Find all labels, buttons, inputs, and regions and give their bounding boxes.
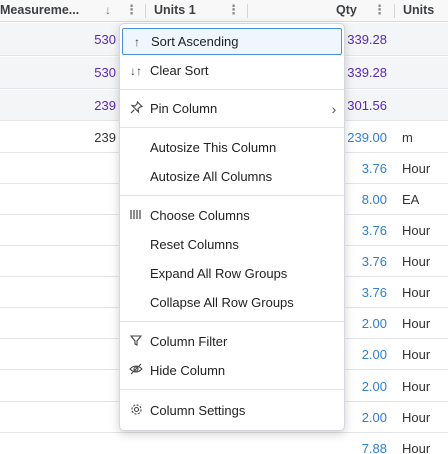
arrow-up-icon: ↑ bbox=[134, 34, 140, 49]
sort-descending-icon[interactable]: ↓ bbox=[105, 0, 111, 22]
menu-item-label: Collapse All Row Groups bbox=[150, 295, 294, 310]
column-context-menu: ↑ Sort Ascending ↓↑ Clear Sort Pin Colum… bbox=[119, 23, 345, 431]
units-cell[interactable] bbox=[402, 23, 448, 55]
measurement-cell[interactable]: 239 bbox=[0, 90, 118, 120]
menu-item-autosize-this[interactable]: Autosize This Column bbox=[122, 134, 342, 161]
qty-cell[interactable]: 2.00 bbox=[340, 371, 387, 401]
menu-item-column-settings[interactable]: Column Settings bbox=[122, 397, 342, 424]
units-cell[interactable]: Hour bbox=[402, 278, 448, 307]
menu-divider bbox=[120, 195, 344, 196]
menu-item-label: Hide Column bbox=[150, 363, 226, 378]
units-cell[interactable]: Hour bbox=[402, 371, 448, 401]
menu-divider bbox=[120, 389, 344, 390]
menu-item-collapse-groups[interactable]: Collapse All Row Groups bbox=[122, 289, 342, 316]
units1-menu-icon[interactable]: ⋮ bbox=[227, 0, 240, 22]
menu-item-clear-sort[interactable]: ↓↑ Clear Sort bbox=[122, 57, 342, 84]
qty-cell[interactable]: 301.56 bbox=[340, 90, 387, 120]
qty-cell[interactable]: 3.76 bbox=[340, 247, 387, 276]
qty-cell[interactable]: 339.28 bbox=[340, 57, 387, 88]
menu-item-label: Reset Columns bbox=[150, 237, 239, 252]
column-separator[interactable] bbox=[394, 4, 395, 18]
menu-item-hide-column[interactable]: Hide Column bbox=[122, 357, 342, 384]
table-row[interactable]: 7.88 Hour bbox=[0, 434, 448, 454]
columns-icon bbox=[122, 209, 150, 223]
units-cell[interactable]: Hour bbox=[402, 154, 448, 183]
menu-item-column-filter[interactable]: Column Filter bbox=[122, 328, 342, 355]
units-cell[interactable] bbox=[402, 57, 448, 88]
gear-icon bbox=[122, 403, 150, 419]
menu-divider bbox=[120, 89, 344, 90]
qty-cell[interactable]: 7.88 bbox=[340, 434, 387, 454]
units-cell[interactable]: Hour bbox=[402, 434, 448, 454]
column-separator[interactable] bbox=[145, 4, 146, 18]
chevron-right-icon: › bbox=[331, 100, 337, 117]
units-cell[interactable]: Hour bbox=[402, 309, 448, 338]
header-units1[interactable]: Units 1 bbox=[154, 0, 196, 22]
menu-item-label: Autosize This Column bbox=[150, 140, 277, 155]
measurement-menu-icon[interactable]: ⋮ bbox=[125, 0, 138, 22]
pin-icon bbox=[122, 100, 150, 117]
units-cell[interactable]: Hour bbox=[402, 216, 448, 245]
qty-cell[interactable]: 3.76 bbox=[340, 154, 387, 183]
qty-cell[interactable]: 8.00 bbox=[340, 185, 387, 214]
measurement-cell[interactable]: 530 bbox=[0, 57, 118, 88]
menu-item-autosize-all[interactable]: Autosize All Columns bbox=[122, 163, 342, 190]
qty-cell[interactable]: 2.00 bbox=[340, 403, 387, 432]
menu-item-label: Autosize All Columns bbox=[150, 169, 273, 184]
menu-item-reset-columns[interactable]: Reset Columns bbox=[122, 231, 342, 258]
menu-divider bbox=[120, 127, 344, 128]
measurement-cell[interactable]: 530 bbox=[0, 23, 118, 55]
menu-item-label: Pin Column bbox=[150, 101, 218, 116]
qty-cell[interactable]: 3.76 bbox=[340, 216, 387, 245]
grid-header: Measureme... ↓ ⋮ Units 1 ⋮ Qty ⋮ Units bbox=[0, 0, 448, 22]
header-measurement[interactable]: Measureme... bbox=[0, 0, 100, 22]
qty-cell[interactable]: 339.28 bbox=[340, 23, 387, 55]
units-cell[interactable]: Hour bbox=[402, 247, 448, 276]
units-cell[interactable]: m bbox=[402, 122, 448, 152]
qty-menu-icon[interactable]: ⋮ bbox=[373, 0, 386, 22]
menu-item-label: Column Filter bbox=[150, 334, 228, 349]
header-units[interactable]: Units bbox=[403, 0, 434, 22]
units-cell[interactable]: Hour bbox=[402, 340, 448, 369]
menu-item-expand-groups[interactable]: Expand All Row Groups bbox=[122, 260, 342, 287]
qty-cell[interactable]: 2.00 bbox=[340, 340, 387, 369]
menu-item-pin-column[interactable]: Pin Column › bbox=[122, 95, 342, 122]
measurement-cell[interactable]: 239 bbox=[0, 122, 118, 152]
qty-cell[interactable]: 2.00 bbox=[340, 309, 387, 338]
column-separator[interactable] bbox=[247, 4, 248, 18]
menu-item-label: Choose Columns bbox=[150, 208, 250, 223]
filter-icon bbox=[122, 334, 150, 349]
header-qty[interactable]: Qty bbox=[336, 0, 357, 22]
units-cell[interactable]: Hour bbox=[402, 403, 448, 432]
menu-item-choose-columns[interactable]: Choose Columns bbox=[122, 202, 342, 229]
menu-item-label: Column Settings bbox=[150, 403, 246, 418]
menu-item-label: Expand All Row Groups bbox=[150, 266, 288, 281]
menu-divider bbox=[120, 321, 344, 322]
eye-slash-icon bbox=[122, 363, 150, 378]
qty-cell[interactable]: 239.00 bbox=[340, 122, 387, 152]
sort-arrows-icon: ↓↑ bbox=[130, 63, 142, 78]
units-cell[interactable]: EA bbox=[402, 185, 448, 214]
menu-item-label: Sort Ascending bbox=[151, 34, 239, 49]
qty-cell[interactable]: 3.76 bbox=[340, 278, 387, 307]
units-cell[interactable] bbox=[402, 90, 448, 120]
menu-item-sort-ascending[interactable]: ↑ Sort Ascending bbox=[122, 28, 342, 55]
menu-item-label: Clear Sort bbox=[150, 63, 209, 78]
